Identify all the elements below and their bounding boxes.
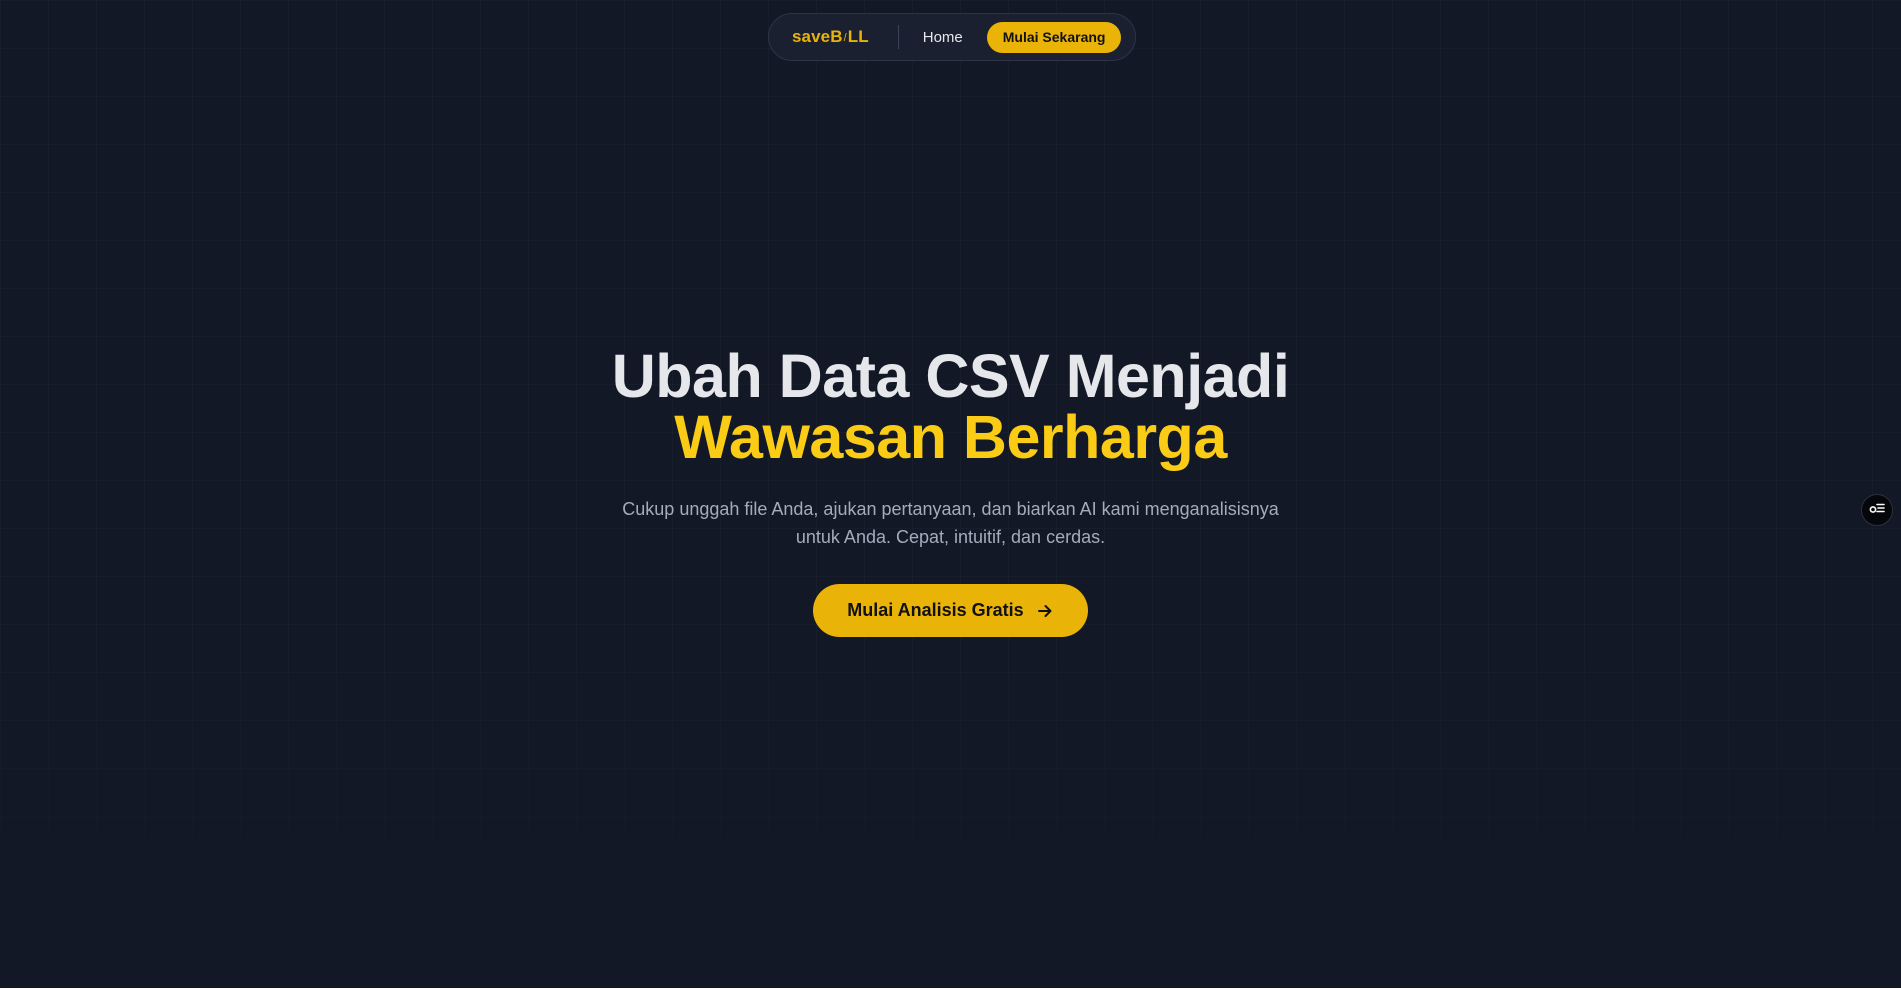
landing-page: saveB/LL Home Mulai Sekarang Ubah Data C… [0, 0, 1901, 988]
nav-link-home[interactable]: Home [923, 29, 963, 46]
hero-section: Ubah Data CSV Menjadi Wawasan Berharga C… [0, 346, 1901, 637]
logo[interactable]: saveB/LL [792, 27, 869, 47]
hero-headline-highlight: Wawasan Berharga [674, 403, 1227, 471]
settings-toggle-button[interactable] [1861, 494, 1893, 526]
start-free-analysis-button[interactable]: Mulai Analisis Gratis [813, 584, 1088, 637]
arrow-right-icon [1036, 602, 1054, 620]
hero-subtitle: Cukup unggah file Anda, ajukan pertanyaa… [622, 499, 1279, 547]
logo-text-part2: LL [847, 27, 869, 46]
logo-text-part1: saveB [792, 27, 843, 46]
settings-toggle-icon [1868, 499, 1886, 522]
nav-divider [897, 25, 899, 49]
navbar: saveB/LL Home Mulai Sekarang [768, 13, 1136, 61]
start-now-button[interactable]: Mulai Sekarang [986, 21, 1122, 53]
hero-headline: Ubah Data CSV Menjadi Wawasan Berharga [0, 346, 1901, 468]
start-free-analysis-label: Mulai Analisis Gratis [847, 600, 1024, 620]
hero-headline-line1: Ubah Data CSV Menjadi [611, 342, 1290, 410]
logo-slash-mark: / [843, 32, 847, 44]
